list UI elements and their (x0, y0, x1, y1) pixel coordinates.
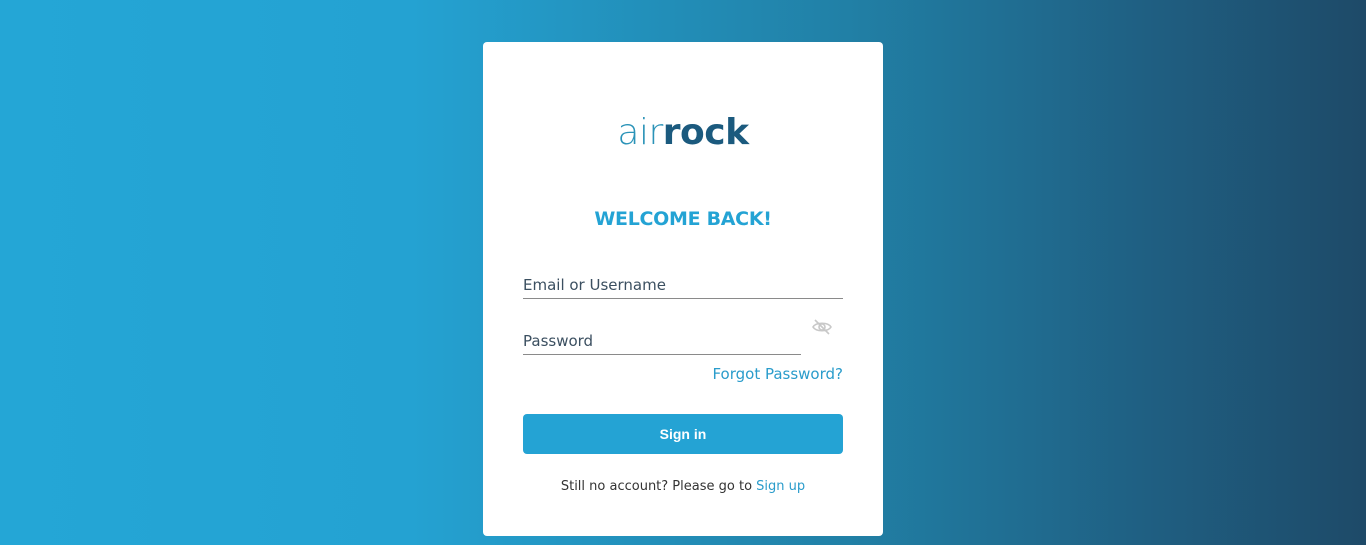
signup-prompt: Still no account? Please go to Sign up (483, 478, 883, 496)
eye-off-icon[interactable] (811, 318, 833, 336)
login-card: airrock WELCOME BACK! Forgot Password? S… (483, 42, 883, 536)
logo-text-bold: rock (662, 112, 749, 153)
password-field-wrapper (523, 328, 801, 355)
airrock-logo: airrock (483, 108, 883, 158)
email-field-wrapper (523, 272, 843, 299)
welcome-heading: WELCOME BACK! (594, 208, 772, 230)
sign-up-link[interactable]: Sign up (756, 479, 805, 494)
signup-prompt-text: Still no account? Please go to (560, 479, 753, 494)
email-username-input[interactable] (523, 272, 843, 298)
sign-in-button[interactable]: Sign in (523, 414, 843, 454)
logo-text-light: air (617, 112, 663, 153)
password-input[interactable] (523, 328, 801, 354)
forgot-password-link[interactable]: Forgot Password? (712, 364, 843, 384)
